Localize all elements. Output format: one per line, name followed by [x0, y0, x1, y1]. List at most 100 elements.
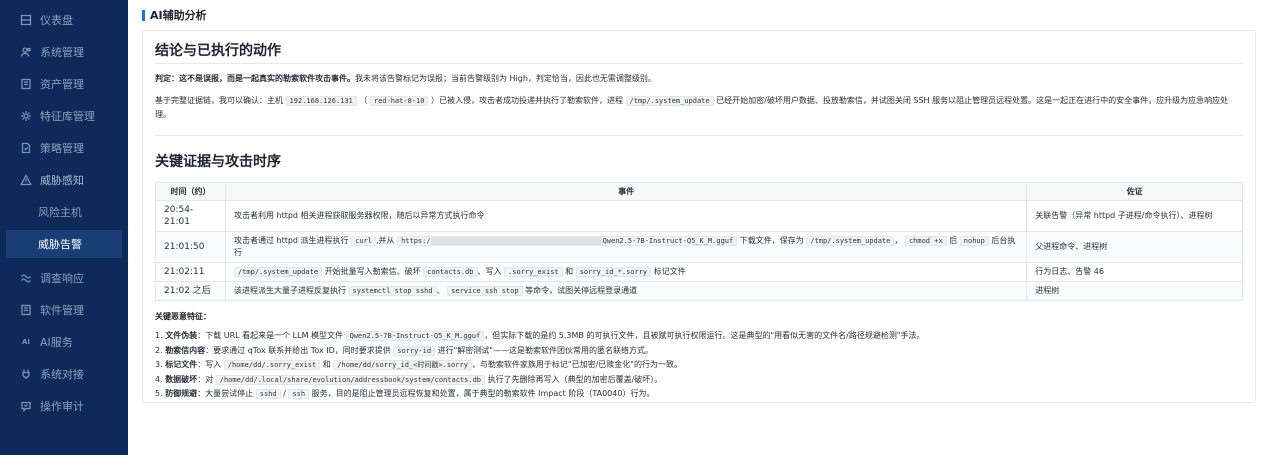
investigate-icon [20, 272, 32, 284]
table-row: 21:02 之后 该进程派生大量子进程反复执行 systemctl stop s… [155, 281, 1243, 301]
text-span: ：要求通过 qTox 联系并给出 Tox ID，同时要求提供 [205, 345, 391, 355]
text-span: ）已被入侵，攻击者成功投递并执行了勒索软件，进程 [430, 96, 623, 105]
sidebar-subitem-threat-alerts[interactable]: 威胁告警 [6, 230, 122, 258]
sidebar-item-label: 特征库管理 [40, 110, 95, 123]
code-contacts: contacts.db [423, 267, 478, 277]
sidebar-item-label: AI服务 [40, 336, 73, 349]
sidebar-item-signatures[interactable]: 特征库管理 [0, 100, 128, 132]
code-filename: Qwen2.5-7B-Instruct-Q5_K_M.gguf [345, 331, 485, 341]
text-span: 后 [949, 236, 958, 245]
sidebar-item-ai[interactable]: AI AI服务 [0, 326, 128, 358]
code-ip: 192.168.126.131 [285, 96, 357, 106]
policy-icon [20, 142, 32, 154]
item-label: 标记文件 [165, 360, 198, 369]
sidebar-item-label: 系统管理 [40, 46, 84, 59]
text-span: ：下载 URL 看起来是一个 LLM 模型文件 [197, 331, 344, 340]
code-nohup: nohup [959, 236, 989, 246]
code-exist: .sorry_exist [504, 267, 563, 277]
cell-time: 21:01:50 [155, 231, 226, 263]
sidebar-item-system[interactable]: 系统管理 [0, 36, 128, 68]
code-path: /tmp/.system_update [806, 236, 895, 246]
text-span: 攻击者通过 httpd 派生进程执行 [233, 236, 349, 245]
cell-evidence: 关联告警（异常 httpd 子进程/命令执行）、进程树 [1026, 200, 1243, 232]
text-span: ：对 [197, 374, 214, 384]
cell-event: 攻击者利用 httpd 相关进程获取服务器权限，随后以异常方式执行命令 [224, 200, 1028, 232]
column-header-evidence: 佐证 [1026, 182, 1243, 201]
code-url: https:/ Qwen2.5-7B-Instruct-Q5_K_M.gguf [397, 236, 738, 246]
text-span: ,并从 [375, 236, 395, 245]
audit-icon [20, 400, 32, 412]
warning-icon [20, 174, 32, 186]
section-accent-bar [142, 9, 145, 21]
features-title: 关键恶意特征： [155, 312, 211, 321]
sidebar-item-threat[interactable]: 威胁感知 [0, 164, 128, 196]
text-span: 和 [565, 267, 574, 276]
item-label: 文件伪装 [165, 331, 198, 340]
redacted-mask [430, 237, 603, 245]
sidebar-item-software[interactable]: 软件管理 [0, 294, 128, 326]
text-span: 下载文件，保存为 [739, 236, 804, 245]
list-item: 5. 防御规避：大量尝试停止 sshd / ssh 服务，目的是阻止管理员远程恢… [155, 387, 1243, 402]
list-item: 4. 数据破坏：对 /home/dd/.local/share/evolutio… [155, 373, 1243, 388]
item-number: 5. [155, 389, 163, 398]
item-number: 3. [155, 360, 163, 369]
table-row: 20:54-21:01 攻击者利用 httpd 相关进程获取服务器权限，随后以异… [155, 200, 1243, 232]
code-stop-sshd: systemctl stop sshd [348, 286, 437, 296]
table-row: 21:01:50 攻击者通过 httpd 派生进程执行 curl ,并从 http… [155, 231, 1243, 263]
code-process: /tmp/.system_update [625, 96, 714, 106]
table-row: 21:02:11 /tmp/.system_update 开始批量写入勒索信、破… [155, 262, 1243, 282]
sidebar-item-label: 策略管理 [40, 142, 84, 155]
gear-icon [20, 110, 32, 122]
table-header-row: 时间（约） 事件 佐证 [155, 182, 1243, 201]
users-icon [20, 46, 32, 58]
sidebar-item-label: 系统对接 [40, 368, 84, 381]
sidebar-item-integration[interactable]: 系统对接 [0, 358, 128, 390]
text-span: 进行"解密测试"——这是勒索软件团伙常用的匿名联络方式。 [437, 345, 653, 355]
text-span: 标记文件 [653, 267, 686, 276]
sidebar-subitem-label: 威胁告警 [38, 238, 82, 251]
code-sshd: sshd [255, 389, 281, 399]
section-title-text: AI辅助分析 [150, 9, 207, 22]
sidebar-subitem-risk-hosts[interactable]: 风险主机 [0, 198, 128, 226]
code-chmod: chmod +x [904, 236, 947, 246]
sidebar-item-dashboard[interactable]: 仪表盘 [0, 4, 128, 36]
plug-icon [20, 368, 32, 380]
software-icon [20, 304, 32, 316]
list-item: 2. 勒索信内容：要求通过 qTox 联系并给出 Tox ID，同时要求提供 s… [155, 344, 1243, 359]
dashboard-icon [20, 14, 32, 26]
sidebar-item-investigate[interactable]: 调查响应 [0, 262, 128, 294]
sidebar-item-assets[interactable]: 资产管理 [0, 68, 128, 100]
item-label: 防御规避 [165, 389, 198, 398]
code-stop-ssh: service ssh stop [447, 286, 523, 296]
text-span: ，与勒索软件家族用于标记"已加密/已赎金化"的行为一致。 [471, 360, 682, 369]
cell-event: /tmp/.system_update 开始批量写入勒索信、破坏 contact… [224, 262, 1028, 282]
code-sorry-path: /home/dd/sorry_id_<时间戳>.sorry [333, 360, 472, 370]
text-span: 、写入 [477, 267, 502, 276]
heading-divider [155, 63, 1243, 64]
sidebar-item-label: 软件管理 [40, 304, 84, 317]
cell-time: 20:54-21:01 [155, 200, 226, 232]
text-span: 该进程派生大量子进程反复执行 [233, 286, 346, 295]
sidebar-item-audit[interactable]: 操作审计 [0, 390, 128, 422]
verdict-bold: 判定：这不是误报，而是一起真实的勒索软件攻击事件。 [155, 74, 355, 83]
list-item: 1. 文件伪装：下载 URL 看起来是一个 LLM 模型文件 Qwen2.5-7… [155, 329, 1243, 344]
text-span: 开始批量写入勒索信、破坏 [324, 267, 421, 276]
text-span: 执行了先删除再写入（典型的加密后覆盖/破坏）。 [487, 374, 663, 384]
timeline-heading: 关键证据与攻击时序 [155, 154, 281, 170]
code-curl: curl [351, 236, 376, 246]
text-span: / [283, 389, 286, 398]
section-divider [155, 135, 1243, 136]
text-span: 等命令，试图关停远程登录通道 [525, 286, 638, 295]
sidebar-item-label: 操作审计 [40, 400, 84, 413]
code-sorry-id: sorry-id [393, 345, 436, 356]
sidebar-item-label: 资产管理 [40, 78, 84, 91]
item-number: 1. [155, 331, 163, 340]
text-span: 、 [436, 286, 445, 295]
code-exist-path: /home/dd/.sorry_exist [223, 360, 321, 370]
sidebar-item-policy[interactable]: 策略管理 [0, 132, 128, 164]
list-item: 3. 标记文件：写入 /home/dd/.sorry_exist 和 /home… [155, 358, 1243, 373]
ai-icon: AI [21, 338, 31, 346]
text-span: ，但实际下载的是约 5.3MB 的可执行文件，且被赋可执行权限运行。这是典型的"… [484, 331, 925, 340]
code-process: /tmp/.system_update [233, 267, 323, 277]
timeline-table: 时间（约） 事件 佐证 20:54-21:01 攻击者利用 httpd 相关进程… [155, 182, 1243, 301]
